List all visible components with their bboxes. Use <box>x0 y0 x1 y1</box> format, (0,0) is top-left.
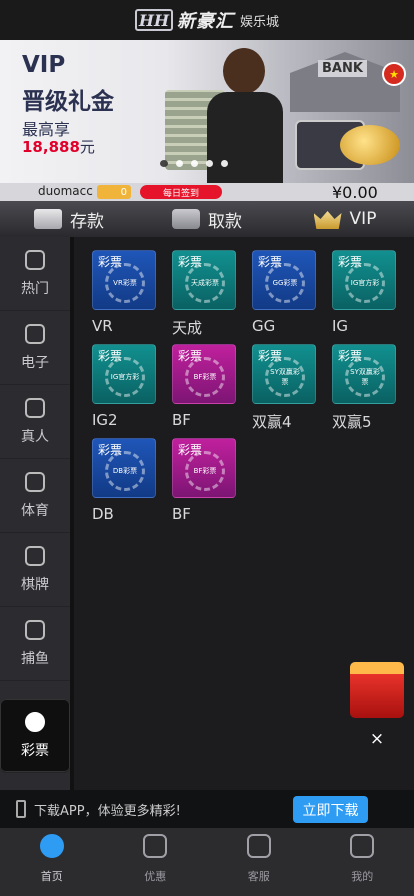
support-icon <box>246 834 271 858</box>
gamepad-icon <box>25 323 45 344</box>
game-tile-db[interactable]: 彩票 DB彩票 DB <box>92 438 158 523</box>
download-app-text: 下载APP，体验更多精彩! <box>34 804 181 819</box>
user-info-bar: duomacc 0 每日签到 ¥0.00 <box>0 183 414 202</box>
sidebar-item-lottery[interactable]: 彩票 <box>0 699 70 773</box>
gold-coins-illustration <box>340 125 400 165</box>
download-app-bar: 下载APP，体验更多精彩! 立即下载 <box>0 790 414 828</box>
tab-support[interactable]: 客服 <box>207 828 311 896</box>
game-tile-shuangying5[interactable]: 彩票 SY双赢彩票 双赢5 <box>332 344 398 431</box>
bottom-tab-bar: 首页 优惠 客服 我的 <box>0 828 414 896</box>
banner-vip: VIP <box>22 52 66 78</box>
logo-title: 新豪汇 <box>176 11 234 32</box>
sidebar-item-chess[interactable]: 棋牌 <box>0 533 70 607</box>
wallet-icon <box>172 209 200 229</box>
language-flag-icon[interactable]: ★ <box>382 62 406 86</box>
game-tile-gg[interactable]: 彩票 GG彩票 GG <box>252 250 318 335</box>
withdraw-button[interactable]: 取款 <box>138 201 276 237</box>
cards-icon <box>25 545 45 566</box>
sidebar-item-hot[interactable]: 热门 <box>0 237 70 311</box>
deposit-button[interactable]: 存款 <box>0 201 138 237</box>
banner-amount: 18,888元 <box>22 138 95 156</box>
tab-promotions[interactable]: 优惠 <box>104 828 208 896</box>
download-now-button[interactable]: 立即下载 <box>293 796 368 823</box>
sidebar-item-sports[interactable]: 体育 <box>0 459 70 533</box>
phone-icon <box>16 800 26 818</box>
carousel-dots[interactable] <box>160 160 228 167</box>
top-header: HH 新豪汇 娱乐城 <box>0 0 414 40</box>
tab-profile[interactable]: 我的 <box>311 828 414 896</box>
sidebar-item-live[interactable]: 真人 <box>0 385 70 459</box>
lottery-ball-icon <box>25 711 45 732</box>
banner-headline: 晋级礼金 <box>22 89 114 115</box>
promo-banner[interactable]: BANK VIP 晋级礼金 最高享 18,888元 ★ <box>0 40 414 183</box>
fire-icon <box>25 249 45 270</box>
tab-home[interactable]: 首页 <box>0 828 104 896</box>
game-tile-ig2[interactable]: 彩票 IG官方彩 IG2 <box>92 344 158 429</box>
profile-icon <box>350 834 375 858</box>
daily-sign-in-button[interactable]: 每日签到 <box>140 185 222 199</box>
red-envelope-promo-icon[interactable] <box>350 662 404 718</box>
game-tile-bf[interactable]: 彩票 BF彩票 BF <box>172 344 238 429</box>
brand-logo: HH 新豪汇 娱乐城 <box>134 7 279 33</box>
dice-icon <box>25 397 45 418</box>
balance: ¥0.00 <box>332 183 378 202</box>
username: duomacc <box>38 184 93 198</box>
fish-icon <box>25 619 45 640</box>
sidebar-scrollbar[interactable] <box>70 237 74 790</box>
vip-level-badge: 0 <box>97 185 131 199</box>
sidebar-item-slots[interactable]: 电子 <box>0 311 70 385</box>
game-tile-shuangying4[interactable]: 彩票 SY双赢彩票 双赢4 <box>252 344 318 431</box>
home-icon <box>39 834 64 858</box>
crown-icon <box>313 211 342 229</box>
close-promo-button[interactable]: × <box>368 729 386 749</box>
game-tile-vr[interactable]: 彩票 VR彩票 VR <box>92 250 158 335</box>
gift-icon <box>143 834 168 858</box>
game-tile-bf-2[interactable]: 彩票 BF彩票 BF <box>172 438 238 523</box>
vip-button[interactable]: VIP <box>276 201 414 237</box>
wallet-actions: 存款 取款 VIP <box>0 201 414 237</box>
game-tile-ig[interactable]: 彩票 IG官方彩 IG <box>332 250 398 335</box>
category-sidebar: 热门 电子 真人 体育 棋牌 捕鱼 彩票 <box>0 237 74 790</box>
bank-label: BANK <box>318 60 367 77</box>
logo-subtitle: 娱乐城 <box>239 14 279 30</box>
card-icon <box>34 209 62 229</box>
sidebar-item-fishing[interactable]: 捕鱼 <box>0 607 70 681</box>
soccer-icon <box>25 471 45 492</box>
game-tile-tiancheng[interactable]: 彩票 天成彩票 天成 <box>172 250 238 337</box>
logo-mark: HH <box>134 9 173 31</box>
